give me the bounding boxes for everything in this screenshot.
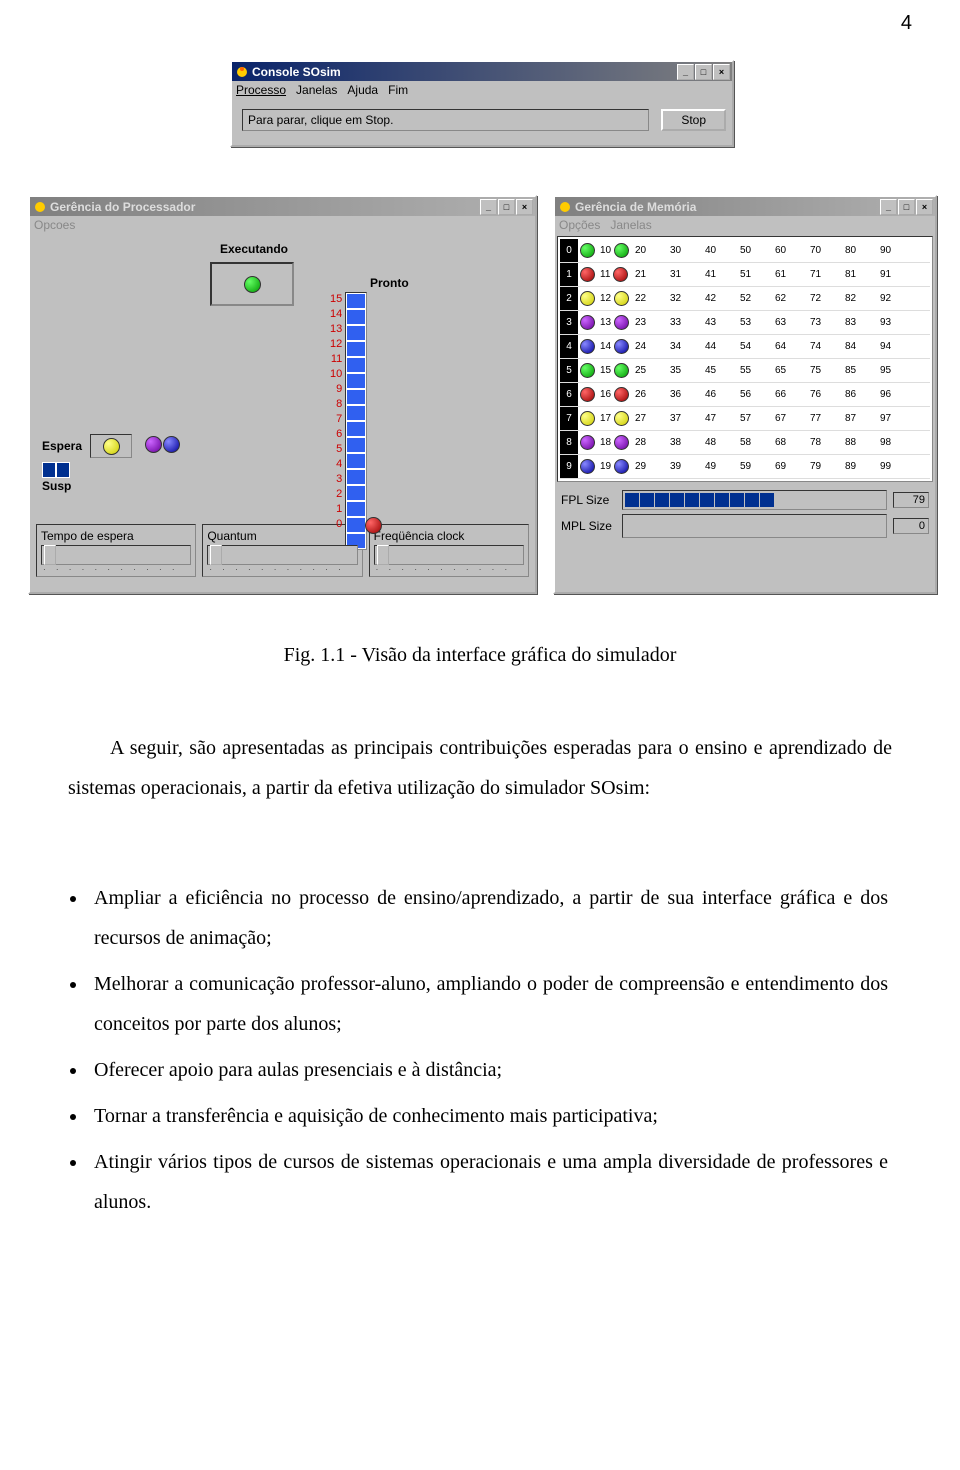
pronto-dot xyxy=(365,517,382,534)
app-icon xyxy=(234,64,249,79)
minimize-button[interactable]: _ xyxy=(677,64,694,80)
console-title: Console SOsim xyxy=(252,65,341,79)
console-menubar: Processo Janelas Ajuda Fim xyxy=(232,81,732,99)
bullet-item: Melhorar a comunicação professor-aluno, … xyxy=(88,964,888,1044)
bullet-item: Atingir vários tipos de cursos de sistem… xyxy=(88,1142,888,1222)
fpl-label: FPL Size xyxy=(561,493,616,507)
proc-title: Gerência do Processador xyxy=(50,200,195,214)
processor-window: Gerência do Processador _ □ × Opcoes Exe… xyxy=(28,195,537,594)
slider-freq-clock[interactable]: Freqüência clock · · · · · · · · · · · xyxy=(369,524,529,577)
menu-opcoes-mem[interactable]: Opções xyxy=(559,218,600,232)
espera-dot xyxy=(103,438,120,455)
bullet-item: Tornar a transferência e aquisição de co… xyxy=(88,1096,888,1136)
stop-button[interactable]: Stop xyxy=(661,109,726,131)
minimize-button[interactable]: _ xyxy=(880,199,897,215)
bullet-item: Ampliar a eficiência no processo de ensi… xyxy=(88,878,888,958)
proc-titlebar[interactable]: Gerência do Processador _ □ × xyxy=(30,197,535,216)
bullet-item: Oferecer apoio para aulas presenciais e … xyxy=(88,1050,888,1090)
page-number: 4 xyxy=(901,12,912,35)
maximize-button[interactable]: □ xyxy=(898,199,915,215)
console-window: Console SOsim _ □ × Processo Janelas Aju… xyxy=(230,60,734,147)
minimize-button[interactable]: _ xyxy=(480,199,497,215)
slider-ticks: · · · · · · · · · · · xyxy=(207,565,357,574)
memory-grid: 0102030405060708090111213141516171819121… xyxy=(557,236,933,482)
app-icon xyxy=(557,199,572,214)
maximize-button[interactable]: □ xyxy=(498,199,515,215)
slider-tempo-espera[interactable]: Tempo de espera · · · · · · · · · · · xyxy=(36,524,196,577)
app-icon xyxy=(32,199,47,214)
close-button[interactable]: × xyxy=(916,199,933,215)
espera-box xyxy=(90,434,132,458)
console-status: Para parar, clique em Stop. xyxy=(242,109,649,131)
process-dot-running xyxy=(244,276,261,293)
slider-label-1: Tempo de espera xyxy=(41,529,191,543)
menu-ajuda[interactable]: Ajuda xyxy=(347,83,378,97)
wait-dot-2 xyxy=(163,436,180,453)
bullet-list: Ampliar a eficiência no processo de ensi… xyxy=(0,878,956,1228)
slider-ticks: · · · · · · · · · · · xyxy=(374,565,524,574)
menu-janelas[interactable]: Janelas xyxy=(296,83,337,97)
close-button[interactable]: × xyxy=(516,199,533,215)
menu-fim[interactable]: Fim xyxy=(388,83,408,97)
susp-label: Susp xyxy=(42,479,71,493)
susp-bar xyxy=(42,462,70,478)
menu-opcoes[interactable]: Opcoes xyxy=(34,218,75,232)
pronto-label: Pronto xyxy=(370,276,409,290)
mpl-value: 0 xyxy=(893,518,929,534)
pronto-queue: 1514131211109876543210 xyxy=(330,292,367,550)
mem-titlebar[interactable]: Gerência de Memória _ □ × xyxy=(555,197,935,216)
mem-title: Gerência de Memória xyxy=(575,200,696,214)
figure-caption: Fig. 1.1 - Visão da interface gráfica do… xyxy=(0,644,960,667)
proc-menubar: Opcoes xyxy=(30,216,535,234)
fpl-value: 79 xyxy=(893,492,929,508)
console-titlebar[interactable]: Console SOsim _ □ × xyxy=(232,62,732,81)
memory-window: Gerência de Memória _ □ × Opções Janelas… xyxy=(553,195,937,594)
wait-dot-1 xyxy=(145,436,162,453)
executando-label: Executando xyxy=(220,242,288,256)
slider-ticks: · · · · · · · · · · · xyxy=(41,565,191,574)
fpl-bar xyxy=(622,490,887,510)
menu-processo[interactable]: Processo xyxy=(236,83,286,97)
mpl-bar xyxy=(622,514,887,538)
intro-paragraph: A seguir, são apresentadas as principais… xyxy=(0,728,960,808)
mem-menubar: Opções Janelas xyxy=(555,216,935,234)
close-button[interactable]: × xyxy=(713,64,730,80)
maximize-button[interactable]: □ xyxy=(695,64,712,80)
mpl-label: MPL Size xyxy=(561,519,616,533)
executando-box xyxy=(210,262,294,306)
espera-label: Espera xyxy=(42,439,82,453)
menu-janelas-mem[interactable]: Janelas xyxy=(610,218,651,232)
slider-label-3: Freqüência clock xyxy=(374,529,524,543)
